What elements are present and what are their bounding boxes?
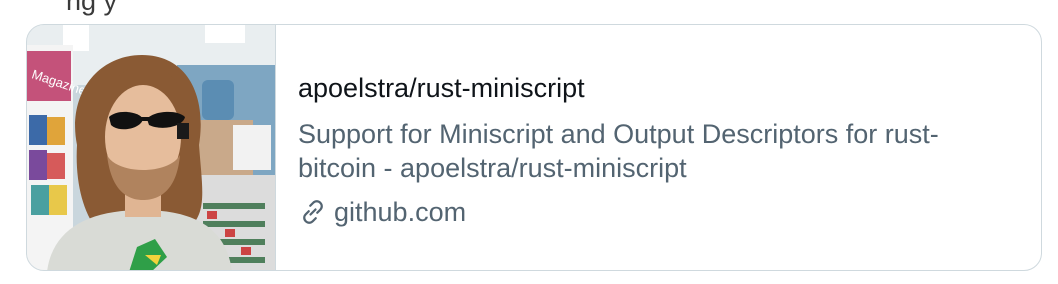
link-thumbnail[interactable]: Magazines bbox=[27, 25, 276, 270]
clipped-tweet-text: ng y bbox=[66, 0, 118, 16]
link-icon bbox=[298, 197, 328, 227]
thumbnail-photo: Magazines bbox=[27, 25, 275, 270]
link-domain[interactable]: github.com bbox=[298, 195, 1017, 229]
link-preview-details[interactable]: apoelstra/rust-miniscript Support for Mi… bbox=[276, 25, 1041, 270]
link-preview-card[interactable]: Magazines apoelstra/rust-miniscript Supp… bbox=[26, 24, 1042, 271]
link-title[interactable]: apoelstra/rust-miniscript bbox=[298, 71, 1017, 105]
link-domain-text: github.com bbox=[334, 197, 467, 227]
link-description: Support for Miniscript and Output Descri… bbox=[298, 119, 939, 183]
